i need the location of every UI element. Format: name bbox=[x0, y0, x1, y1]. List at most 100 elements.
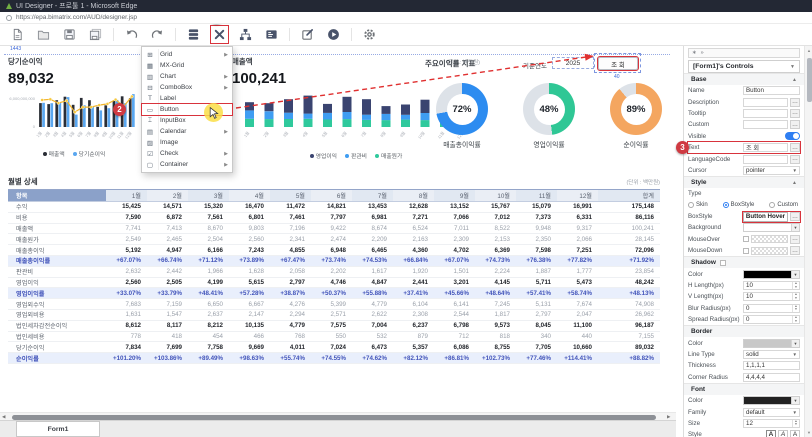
number-stepper[interactable]: 10▲▼ bbox=[743, 292, 800, 301]
cell: 2,560 bbox=[229, 234, 270, 245]
group-header-shadow[interactable]: Shadow bbox=[684, 256, 804, 268]
menu-item-combobox[interactable]: ⊟ComboBox▶ bbox=[142, 82, 232, 93]
group-header-base[interactable]: Base▲ bbox=[684, 73, 804, 85]
color-picker[interactable]: ▼ bbox=[743, 339, 800, 348]
underline-button[interactable]: A bbox=[790, 430, 800, 437]
menu-item-image[interactable]: ▨Image bbox=[142, 137, 232, 148]
enable-checkbox[interactable] bbox=[743, 248, 749, 254]
group-header-style[interactable]: Style▲ bbox=[684, 176, 804, 188]
script-button[interactable] bbox=[263, 26, 280, 43]
property-input[interactable] bbox=[743, 155, 788, 164]
monthly-detail-widget[interactable]: 월별 상세 (단위 : 백만원) 항목1월2월3월4월5월6월7월8월9월10월… bbox=[8, 176, 660, 364]
ellipsis-button[interactable]: … bbox=[790, 109, 800, 118]
color-picker[interactable]: ▼ bbox=[743, 396, 800, 405]
property-input[interactable]: 4,4,4,4 bbox=[743, 373, 800, 382]
bold-button[interactable]: A bbox=[766, 430, 776, 437]
design-canvas[interactable]: 1443 당기순이익 89,032 6,000,000,00001월2월3월4월… bbox=[0, 46, 676, 412]
scroll-up-icon[interactable]: ▲ bbox=[805, 48, 812, 53]
settings-button[interactable] bbox=[361, 26, 378, 43]
menu-item-container[interactable]: ▢Container▶ bbox=[142, 159, 232, 170]
type-radio-skin[interactable]: Skin bbox=[688, 202, 708, 208]
type-radio-boxstyle[interactable]: BoxStyle bbox=[723, 202, 755, 208]
boxstyle-value-button[interactable]: Button Hover bbox=[743, 212, 788, 222]
cell: 2,465 bbox=[147, 234, 188, 245]
save-button[interactable] bbox=[61, 26, 78, 43]
enable-checkbox[interactable] bbox=[743, 236, 749, 242]
pin-icon[interactable]: ∗ bbox=[692, 50, 697, 56]
menu-item-chart[interactable]: ▥Chart▶ bbox=[142, 71, 232, 82]
step-down-icon[interactable]: ▼ bbox=[794, 320, 797, 324]
panel-header[interactable]: [Form1]'s Controls ▼ bbox=[688, 60, 800, 73]
color-picker[interactable]: ▼ bbox=[743, 223, 800, 232]
cell: 4,855 bbox=[270, 245, 311, 256]
hscrollbar-thumb[interactable] bbox=[12, 415, 656, 420]
shadow-checkbox[interactable] bbox=[720, 260, 726, 266]
ellipsis-button[interactable]: … bbox=[790, 246, 800, 255]
chevron-down-icon: ▼ bbox=[793, 410, 797, 415]
chevron-down-icon: ▼ bbox=[793, 168, 797, 173]
group-header-border[interactable]: Border bbox=[684, 325, 804, 337]
step-down-icon[interactable]: ▼ bbox=[794, 308, 797, 312]
property-select[interactable]: default▼ bbox=[743, 408, 800, 417]
ellipsis-button[interactable]: … bbox=[790, 212, 800, 221]
edit-mode-button[interactable] bbox=[299, 26, 316, 43]
property-select[interactable]: pointer▼ bbox=[743, 166, 800, 175]
property-input[interactable] bbox=[743, 109, 788, 118]
save-all-button[interactable] bbox=[87, 26, 104, 43]
menu-item-mx-grid[interactable]: ▦MX-Grid bbox=[142, 60, 232, 71]
type-radio-custom[interactable]: Custom bbox=[769, 202, 798, 208]
cell: 16,470 bbox=[229, 202, 270, 213]
number-stepper[interactable]: 10▲▼ bbox=[743, 281, 800, 290]
row-label: 매출총이익 bbox=[8, 245, 106, 256]
cell: 9,317 bbox=[557, 223, 598, 234]
menu-item-label[interactable]: TLabel bbox=[142, 93, 232, 104]
step-down-icon[interactable]: ▼ bbox=[794, 286, 797, 290]
tab-form1[interactable]: Form1 bbox=[16, 421, 100, 437]
scroll-down-icon[interactable]: ▼ bbox=[805, 430, 812, 435]
new-file-button[interactable] bbox=[9, 26, 26, 43]
profit-ratio-widget[interactable]: 주요이익률 지표 기준연도 2025 조 회 40 72%매출총이익률48%영업… bbox=[420, 56, 676, 73]
ellipsis-button[interactable]: … bbox=[790, 155, 800, 164]
check-icon: ☑ bbox=[142, 150, 158, 158]
search-button[interactable]: 조 회 bbox=[598, 57, 638, 70]
panel-scrollbar[interactable]: ▲ ▼ bbox=[804, 46, 812, 437]
property-input[interactable] bbox=[743, 120, 788, 129]
group-header-font[interactable]: Font bbox=[684, 383, 804, 395]
menu-item-grid[interactable]: ⊞Grid▶ bbox=[142, 49, 232, 60]
ellipsis-button[interactable]: … bbox=[790, 235, 800, 244]
menu-item-calendar[interactable]: ▤Calendar▶ bbox=[142, 126, 232, 137]
run-button[interactable] bbox=[325, 26, 342, 43]
expand-icon[interactable]: » bbox=[701, 50, 704, 56]
property-select[interactable]: solid▼ bbox=[743, 350, 800, 359]
color-picker[interactable]: ▼ bbox=[743, 270, 800, 279]
ellipsis-button[interactable]: … bbox=[790, 120, 800, 129]
data-source-button[interactable] bbox=[185, 26, 202, 43]
hierarchy-button[interactable] bbox=[237, 26, 254, 43]
step-down-icon[interactable]: ▼ bbox=[794, 423, 797, 427]
ellipsis-button[interactable]: … bbox=[790, 143, 800, 152]
number-stepper[interactable]: 12▲▼ bbox=[743, 419, 800, 428]
ellipsis-button[interactable]: … bbox=[790, 98, 800, 107]
transparent-swatch[interactable] bbox=[751, 247, 788, 255]
open-button[interactable] bbox=[35, 26, 52, 43]
visible-toggle[interactable] bbox=[785, 132, 800, 140]
scrollbar-thumb[interactable] bbox=[807, 58, 812, 102]
transparent-swatch[interactable] bbox=[751, 235, 788, 243]
cell: 9,669 bbox=[229, 342, 270, 353]
menu-item-check[interactable]: ☑Check▶ bbox=[142, 148, 232, 159]
base-year-combobox[interactable]: 2025 bbox=[552, 57, 594, 69]
components-button[interactable]: 1 bbox=[211, 26, 228, 43]
property-input[interactable]: Button bbox=[743, 86, 800, 95]
property-input[interactable]: 조 회 bbox=[743, 143, 788, 152]
number-stepper[interactable]: 0▲▼ bbox=[743, 315, 800, 324]
redo-button[interactable] bbox=[149, 26, 166, 43]
italic-button[interactable]: A bbox=[778, 430, 788, 437]
property-row-mousedown: MouseDown… bbox=[688, 245, 800, 256]
url-bar[interactable]: https://epa.bimatrix.com/AUD/designer.js… bbox=[0, 12, 812, 24]
property-input[interactable] bbox=[743, 98, 788, 107]
canvas-hscrollbar[interactable]: ◀ ▶ bbox=[0, 412, 676, 420]
property-input[interactable]: 1,1,1,1 bbox=[743, 361, 800, 370]
undo-button[interactable] bbox=[123, 26, 140, 43]
number-stepper[interactable]: 0▲▼ bbox=[743, 304, 800, 313]
step-down-icon[interactable]: ▼ bbox=[794, 297, 797, 301]
